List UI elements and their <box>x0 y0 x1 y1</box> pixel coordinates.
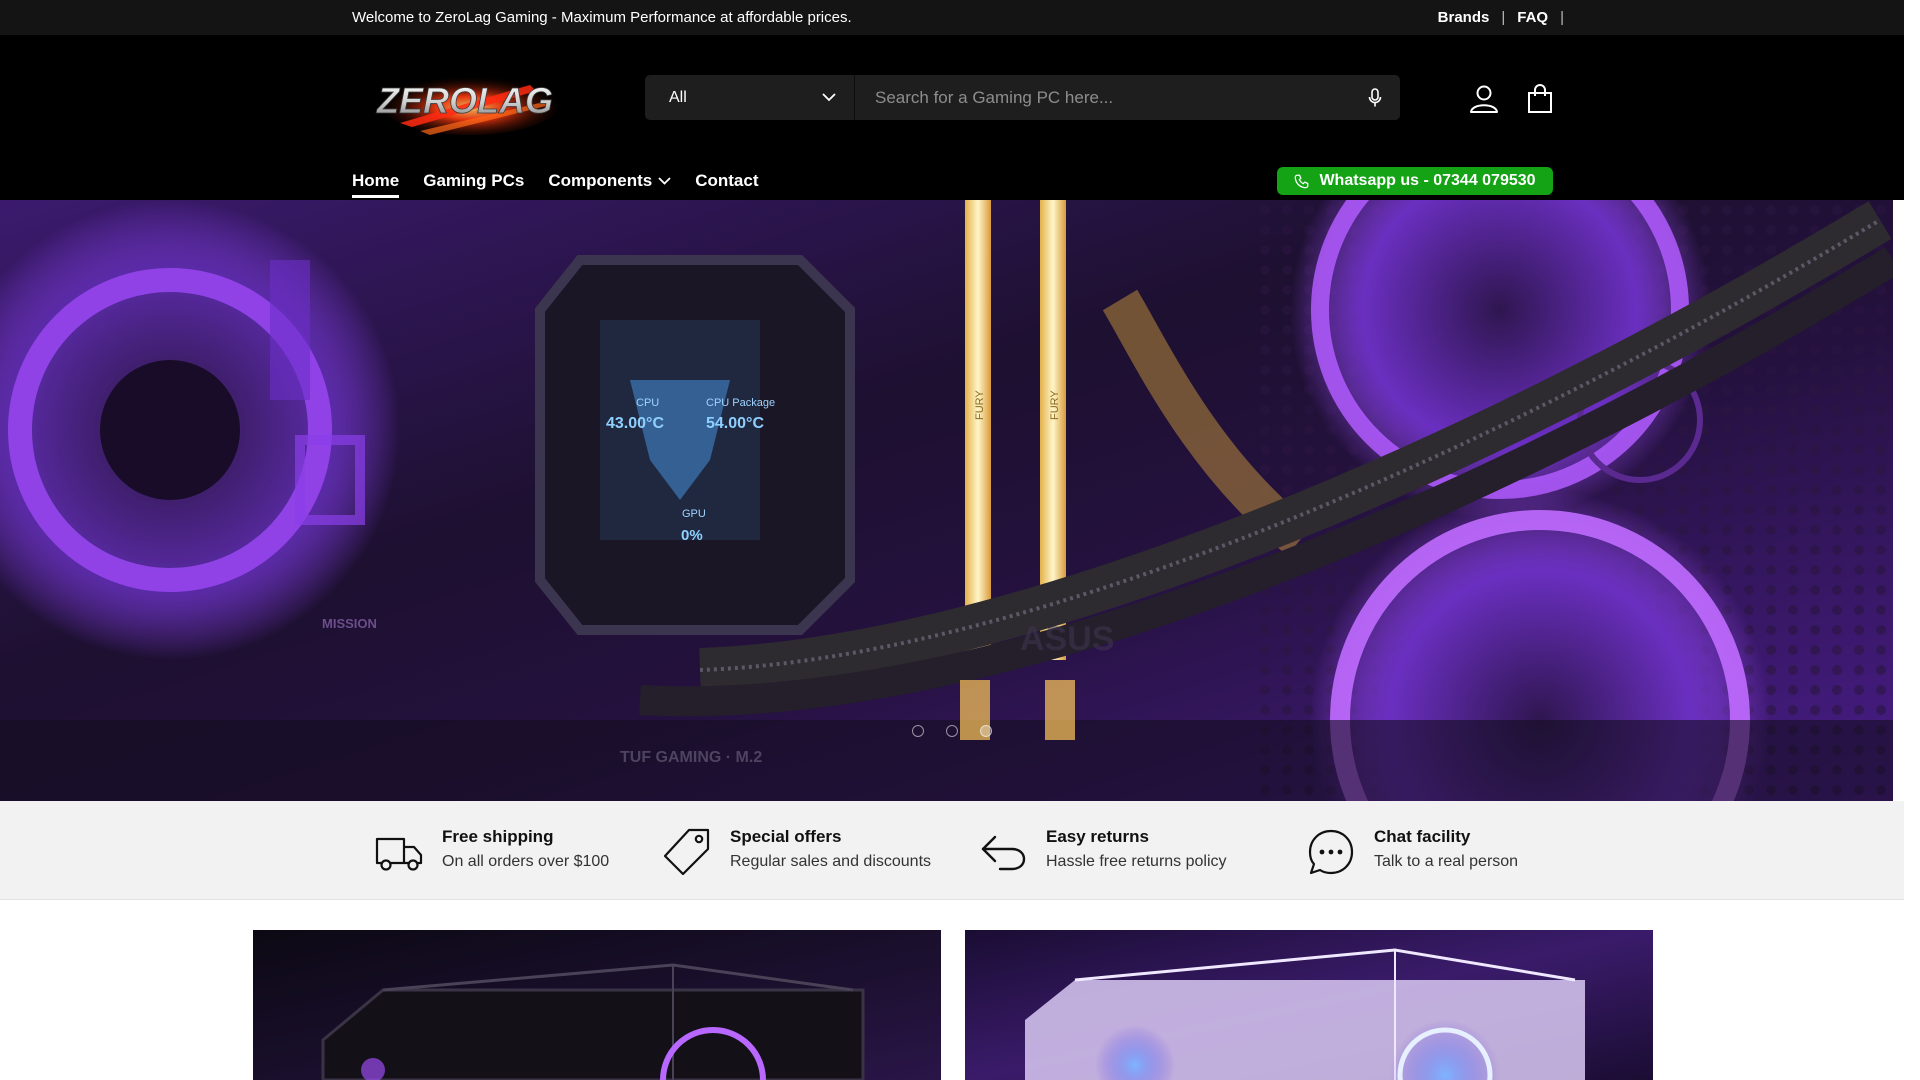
welcome-message: Welcome to ZeroLag Gaming - Maximum Perf… <box>352 9 852 26</box>
hero-slideshow[interactable]: CPU 43.00°C CPU Package 54.00°C GPU 0% F… <box>0 200 1893 802</box>
collection-tile-white[interactable] <box>965 930 1653 1080</box>
collection-tile-dark[interactable] <box>253 930 941 1080</box>
slide-dot-3[interactable] <box>980 725 992 737</box>
return-arrow-icon <box>981 835 1026 871</box>
nav-contact-label: Contact <box>695 171 759 190</box>
nav-components[interactable]: Components <box>548 168 671 194</box>
white-pc-case-image <box>965 930 1653 1080</box>
svg-text:CPU Package: CPU Package <box>706 397 775 409</box>
brands-link[interactable]: Brands <box>1438 9 1490 26</box>
nav-home-label: Home <box>352 171 400 190</box>
account-button[interactable] <box>1464 79 1504 119</box>
truck-icon <box>375 837 423 871</box>
svg-text:43.00°C: 43.00°C <box>606 415 664 432</box>
search-bar: All <box>645 75 1400 120</box>
feature-desc: Regular sales and discounts <box>730 853 932 870</box>
link-separator: | <box>1501 9 1506 26</box>
feature-chat-facility: Chat facility Talk to a real person <box>1306 827 1518 877</box>
chat-icon <box>1308 829 1354 875</box>
hero-image: CPU 43.00°C CPU Package 54.00°C GPU 0% F… <box>0 200 1893 802</box>
category-select[interactable]: All <box>645 75 855 120</box>
feature-desc: Hassle free returns policy <box>1046 853 1227 870</box>
svg-text:FURY: FURY <box>974 390 986 420</box>
svg-text:ASUS: ASUS <box>1020 620 1114 658</box>
slide-dot-2[interactable] <box>946 725 958 737</box>
feature-desc: Talk to a real person <box>1374 853 1519 870</box>
svg-text:ZEROLAG: ZEROLAG <box>376 80 553 121</box>
link-separator: | <box>1560 9 1564 26</box>
faq-link[interactable]: FAQ <box>1517 9 1548 26</box>
category-selected: All <box>669 88 687 106</box>
nav-gaming-pcs[interactable]: Gaming PCs <box>423 168 524 194</box>
svg-text:FURY: FURY <box>1049 390 1061 420</box>
user-icon <box>1470 85 1498 113</box>
features-strip: Free shipping On all orders over $100 Sp… <box>0 801 1904 900</box>
announcement-bar: Welcome to ZeroLag Gaming - Maximum Perf… <box>0 0 1904 35</box>
slide-indicators <box>912 725 992 737</box>
feature-title: Easy returns <box>1046 827 1149 846</box>
feature-special-offers: Special offers Regular sales and discoun… <box>662 827 931 877</box>
svg-text:MISSION: MISSION <box>322 616 377 631</box>
feature-desc: On all orders over $100 <box>442 853 610 870</box>
chevron-down-icon <box>658 177 671 185</box>
zerolag-logo[interactable]: ZEROLAG <box>360 57 570 143</box>
whatsapp-label: Whatsapp us - 07344 079530 <box>1319 172 1536 189</box>
nav-home[interactable]: Home <box>352 168 400 198</box>
cart-button[interactable] <box>1520 79 1560 119</box>
chevron-down-icon <box>822 93 836 102</box>
feature-title: Special offers <box>730 827 842 846</box>
nav-components-label: Components <box>548 171 653 190</box>
slide-dot-1[interactable] <box>912 725 924 737</box>
feature-title: Free shipping <box>442 827 554 846</box>
logo-image: ZEROLAG <box>376 75 558 135</box>
svg-text:0%: 0% <box>681 527 703 544</box>
svg-text:CPU: CPU <box>636 397 659 409</box>
shopping-bag-icon <box>1528 84 1552 113</box>
page: Welcome to ZeroLag Gaming - Maximum Perf… <box>0 0 1904 1080</box>
top-links: Brands | FAQ | <box>1438 9 1564 26</box>
whatsapp-button[interactable]: Whatsapp us - 07344 079530 <box>1277 167 1553 195</box>
phone-icon <box>1295 174 1309 188</box>
svg-text:54.00°C: 54.00°C <box>706 415 764 432</box>
microphone-icon <box>1368 87 1382 106</box>
svg-text:TUF GAMING · M.2: TUF GAMING · M.2 <box>620 749 762 766</box>
site-header: ZEROLAG All Search for a Gaming PC here.… <box>0 35 1904 200</box>
feature-easy-returns: Easy returns Hassle free returns policy <box>978 827 1227 877</box>
feature-title: Chat facility <box>1374 827 1471 846</box>
nav-gaming-pcs-label: Gaming PCs <box>423 171 525 190</box>
dark-pc-case-image <box>253 930 941 1080</box>
main-nav: Home Gaming PCs Components Contact <box>352 168 759 198</box>
search-input[interactable] <box>855 75 1350 120</box>
voice-search-button[interactable] <box>1350 75 1400 120</box>
nav-contact[interactable]: Contact <box>695 168 758 194</box>
svg-text:GPU: GPU <box>682 508 706 520</box>
tag-icon <box>663 828 710 876</box>
feature-free-shipping: Free shipping On all orders over $100 <box>374 827 609 877</box>
